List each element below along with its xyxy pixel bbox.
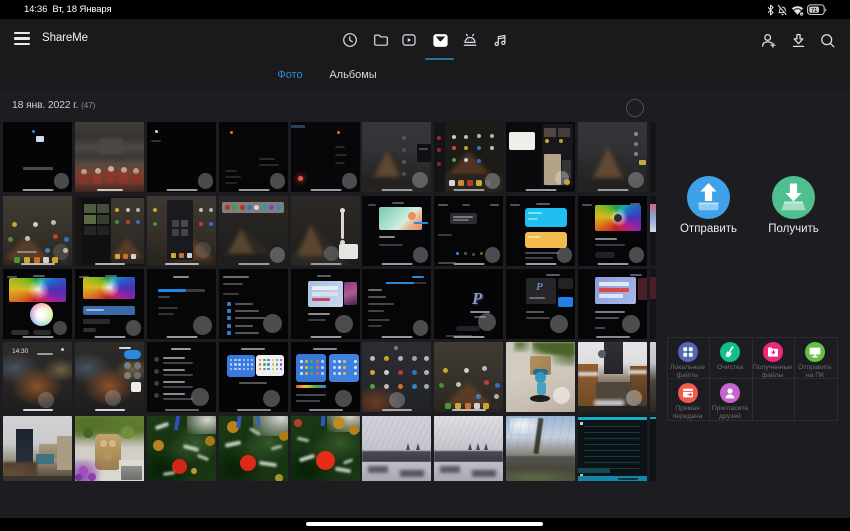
svg-text:71: 71 <box>811 8 817 14</box>
svg-text:4: 4 <box>801 12 803 16</box>
